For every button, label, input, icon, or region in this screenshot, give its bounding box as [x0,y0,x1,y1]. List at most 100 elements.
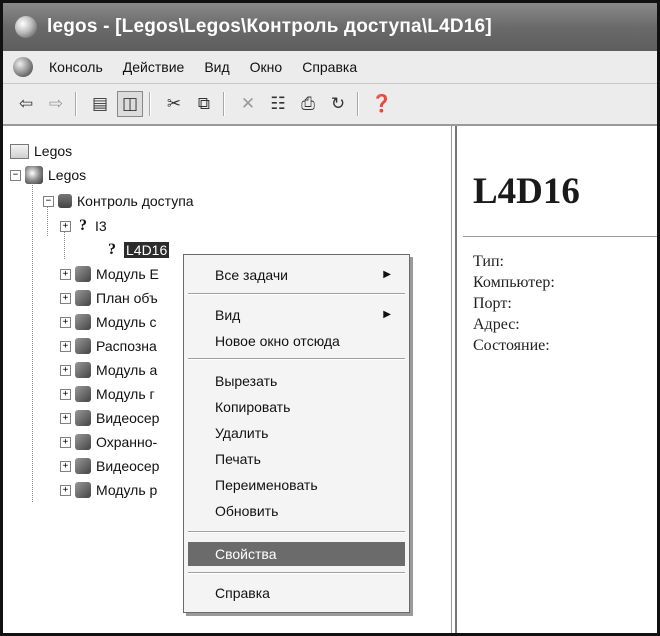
tree-module-label: Модуль г [96,386,155,402]
tree-node-i3[interactable]: + ? I3 [60,215,107,237]
menu-item-view[interactable]: Вид ▶ [184,303,409,327]
tree-node-legos[interactable]: − Legos [10,164,86,186]
property-computer-label: Компьютер: [473,274,555,291]
submenu-arrow-icon: ▶ [383,309,391,320]
menu-separator [188,531,405,533]
toolbar-separator [223,92,225,116]
tree-module-item[interactable]: + Модуль Е [60,263,159,285]
menu-item-refresh[interactable]: Обновить [184,499,409,523]
app-icon[interactable] [15,16,37,38]
tree-module-item[interactable]: + Видеосер [60,455,159,477]
back-icon[interactable]: ⇦ [13,91,39,117]
expand-icon[interactable]: + [60,388,71,400]
toolbar-separator [357,92,359,116]
menu-separator [188,358,405,360]
unknown-device-icon: ? [79,217,87,234]
video-server-icon [75,458,91,474]
video-server-icon [75,410,91,426]
expand-icon[interactable]: + [60,292,71,304]
unknown-device-icon: ? [108,241,116,258]
module-icon [75,266,91,282]
expand-icon[interactable]: + [60,268,71,280]
folder-icon [10,143,29,159]
menu-item-print[interactable]: Печать [184,447,409,471]
menu-console[interactable]: Консоль [39,59,113,75]
tree-module-item[interactable]: + Охранно- [60,431,157,453]
menu-item-cut[interactable]: Вырезать [184,369,409,393]
recognition-icon [75,338,91,354]
tree-module-item[interactable]: + Модуль с [60,311,157,333]
expand-icon[interactable]: + [60,316,71,328]
collapse-icon[interactable]: − [43,195,54,207]
tree-node-access-control-label: Контроль доступа [77,193,194,209]
tree-module-item[interactable]: + Видеосер [60,407,159,429]
toolbar-separator [75,92,77,116]
divider [463,236,657,237]
tree-root[interactable]: Legos [10,140,72,162]
collapse-icon[interactable]: − [10,169,21,181]
security-icon [75,434,91,450]
tree-module-item[interactable]: + Распозна [60,335,157,357]
tree-module-item[interactable]: + Модуль а [60,359,157,381]
module-icon [75,314,91,330]
tree-node-legos-label: Legos [48,167,87,183]
tree-module-label: Видеосер [96,458,160,474]
console-window: legos - [Legos\Legos\Контроль доступа\L4… [0,0,660,636]
menu-item-delete-label: Удалить [215,425,269,441]
property-type-label: Тип: [473,253,504,270]
menu-view[interactable]: Вид [194,59,239,75]
menu-item-copy[interactable]: Копировать [184,395,409,419]
window-title: legos - [Legos\Legos\Контроль доступа\L4… [47,16,492,37]
details-title: L4D16 [473,171,580,212]
refresh-icon[interactable]: ↻ [325,91,351,117]
show-hide-tree-icon[interactable]: ◫ [117,91,143,117]
menu-item-rename-label: Переименовать [215,477,318,493]
submenu-arrow-icon: ▶ [383,269,391,280]
up-folder-icon[interactable]: ▤ [87,91,113,117]
cut-icon[interactable]: ✂ [161,91,187,117]
menu-item-all-tasks[interactable]: Все задачи ▶ [184,263,409,287]
menu-item-view-label: Вид [215,307,241,323]
toolbar: ⇦ ⇨ ▤ ◫ ✂ ⧉ ✕ ☷ ⎙ ↻ ❓ [3,84,657,126]
tree-module-item[interactable]: + Модуль г [60,383,155,405]
menu-separator [188,572,405,574]
expand-icon[interactable]: + [60,340,71,352]
property-address-label: Адрес: [473,316,520,333]
delete-icon[interactable]: ✕ [235,91,261,117]
legos-logo-icon [25,166,43,184]
menu-item-rename[interactable]: Переименовать [184,473,409,497]
tree-node-l4d16[interactable]: ? L4D16 [104,239,170,261]
forward-icon[interactable]: ⇨ [43,91,69,117]
lock-icon [58,194,72,208]
help-icon[interactable]: ❓ [369,91,395,117]
details-pane: L4D16 Тип: Компьютер: Порт: Адрес: Состо… [455,126,657,633]
expand-icon[interactable]: + [60,364,71,376]
title-bar[interactable]: legos - [Legos\Legos\Контроль доступа\L4… [3,3,657,51]
menu-action[interactable]: Действие [113,59,195,75]
properties-icon[interactable]: ☷ [265,91,291,117]
menu-window[interactable]: Окно [240,59,293,75]
menu-bar: Консоль Действие Вид Окно Справка [3,51,657,84]
tree-node-access-control[interactable]: − Контроль доступа [43,190,194,212]
menu-help[interactable]: Справка [292,59,367,75]
print-icon[interactable]: ⎙ [295,91,321,117]
tree-module-item[interactable]: + Модуль р [60,479,157,501]
menu-item-copy-label: Копировать [215,399,291,415]
tree-module-label: План объ [96,290,158,306]
expand-icon[interactable]: + [60,220,71,232]
copy-icon[interactable]: ⧉ [191,91,217,117]
expand-icon[interactable]: + [60,484,71,496]
expand-icon[interactable]: + [60,460,71,472]
menu-item-new-window[interactable]: Новое окно отсюда [184,329,409,353]
console-logo-icon[interactable] [13,57,33,77]
menu-item-properties[interactable]: Свойства [188,542,405,566]
tree-module-item[interactable]: + План объ [60,287,158,309]
expand-icon[interactable]: + [60,412,71,424]
menu-item-print-label: Печать [215,451,261,467]
menu-item-new-window-label: Новое окно отсюда [215,333,340,349]
module-icon [75,482,91,498]
menu-separator [188,293,405,295]
menu-item-help[interactable]: Справка [184,581,409,605]
menu-item-delete[interactable]: Удалить [184,421,409,445]
expand-icon[interactable]: + [60,436,71,448]
